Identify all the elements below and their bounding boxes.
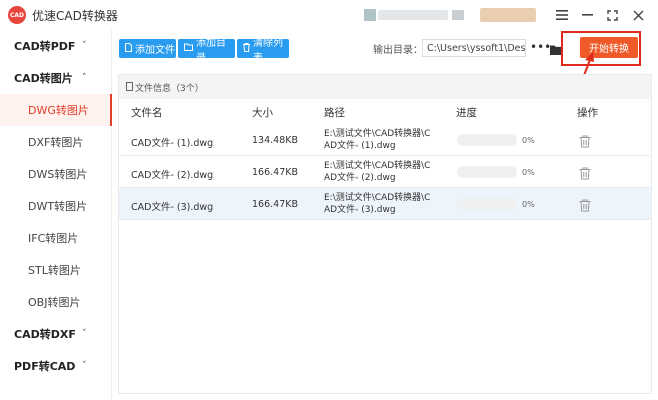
- file-path: E:\测试文件\CAD转换器\C AD文件- (2).dwg: [324, 160, 436, 184]
- file-size: 166.47KB: [252, 199, 298, 210]
- sidebar-group-label: CAD转图片: [14, 72, 73, 85]
- file-path-line: E:\测试文件\CAD转换器\C: [324, 129, 431, 139]
- add-folder-button[interactable]: 添加目录: [178, 38, 235, 64]
- file-size: 134.48KB: [252, 135, 298, 146]
- delete-icon[interactable]: [579, 165, 591, 180]
- file-path-line: AD文件- (3).dwg: [324, 205, 396, 215]
- sidebar-item-dxf-to-image[interactable]: DXF转图片: [0, 126, 112, 158]
- column-header-action: 操作: [577, 107, 598, 119]
- file-path: E:\测试文件\CAD转换器\C AD文件- (1).dwg: [324, 128, 436, 152]
- sidebar-item-ifc-to-image[interactable]: IFC转图片: [0, 222, 112, 254]
- add-folder-label: 添加目录: [196, 37, 226, 64]
- chevron-down-icon: ˅: [82, 41, 87, 51]
- sidebar-item-stl-to-image[interactable]: STL转图片: [0, 254, 112, 286]
- title-bar: CAD 优速CAD转换器: [0, 0, 658, 30]
- progress-percent: 0%: [522, 200, 535, 209]
- maximize-icon[interactable]: [603, 6, 621, 24]
- clear-list-label: 清除列表: [253, 37, 283, 64]
- sidebar-item-label: DWG转图片: [28, 104, 89, 117]
- menu-icon[interactable]: [553, 6, 571, 24]
- sidebar-group-cad-to-dxf[interactable]: CAD转DXF ˅: [0, 318, 112, 350]
- blurred-badge: [452, 10, 464, 20]
- sidebar-group-label: PDF转CAD: [14, 360, 76, 373]
- file-icon: [125, 42, 132, 55]
- column-header-progress: 进度: [456, 107, 477, 119]
- file-info-header: 文件信息（3个）: [119, 75, 651, 99]
- file-path-line: AD文件- (1).dwg: [324, 141, 396, 151]
- progress-percent: 0%: [522, 168, 535, 177]
- sidebar-item-dwg-to-image[interactable]: DWG转图片: [0, 94, 112, 126]
- document-icon: [126, 82, 133, 91]
- sidebar-group-pdf-to-cad[interactable]: PDF转CAD ˅: [0, 350, 112, 382]
- sidebar-item-obj-to-image[interactable]: OBJ转图片: [0, 286, 112, 318]
- more-options-button[interactable]: •••: [530, 40, 551, 54]
- file-path: E:\测试文件\CAD转换器\C AD文件- (3).dwg: [324, 192, 436, 216]
- blurred-avatar: [364, 9, 376, 21]
- sidebar-group-label: CAD转DXF: [14, 328, 76, 341]
- file-name: CAD文件- (1).dwg: [131, 138, 214, 149]
- trash-icon: [243, 42, 250, 55]
- output-dir-input[interactable]: C:\Users\yssoft1\Deskt: [422, 39, 526, 57]
- sidebar-item-label: DWS转图片: [28, 168, 88, 181]
- file-name: CAD文件- (3).dwg: [131, 202, 214, 213]
- blurred-user-info: [378, 10, 448, 20]
- chevron-up-icon: ˄: [82, 73, 87, 83]
- folder-icon: [184, 43, 193, 54]
- sidebar-group-cad-to-pdf[interactable]: CAD转PDF ˅: [0, 30, 112, 62]
- close-icon[interactable]: [629, 6, 647, 24]
- minimize-icon[interactable]: [578, 6, 596, 24]
- column-header-path: 路径: [324, 107, 345, 119]
- file-size: 166.47KB: [252, 167, 298, 178]
- sidebar-item-label: DWT转图片: [28, 200, 88, 213]
- chevron-down-icon: ˅: [82, 329, 87, 339]
- app-logo: CAD: [8, 6, 26, 24]
- add-file-label: 添加文件: [135, 45, 175, 56]
- app-title: 优速CAD转换器: [32, 9, 118, 23]
- progress-bar: [457, 134, 517, 146]
- chevron-down-icon: ˅: [82, 361, 87, 371]
- add-file-button[interactable]: 添加文件: [119, 39, 176, 58]
- file-path-line: AD文件- (2).dwg: [324, 173, 396, 183]
- file-info-label: 文件信息（3个）: [135, 83, 204, 94]
- sidebar-item-label: DXF转图片: [28, 136, 84, 149]
- start-convert-button[interactable]: 开始转换: [580, 37, 638, 58]
- clear-list-button[interactable]: 清除列表: [237, 38, 289, 64]
- sidebar-item-label: STL转图片: [28, 264, 81, 277]
- delete-icon[interactable]: [579, 133, 591, 148]
- progress-percent: 0%: [522, 136, 535, 145]
- blurred-vip-info: [480, 8, 536, 22]
- sidebar-item-dwt-to-image[interactable]: DWT转图片: [0, 190, 112, 222]
- column-header-size: 大小: [252, 107, 273, 119]
- sidebar-group-cad-to-image[interactable]: CAD转图片 ˄: [0, 62, 112, 94]
- sidebar-item-label: IFC转图片: [28, 232, 79, 245]
- sidebar-item-label: OBJ转图片: [28, 296, 81, 309]
- progress-bar: [457, 166, 517, 178]
- delete-icon[interactable]: [579, 197, 591, 212]
- column-header-name: 文件名: [131, 107, 163, 119]
- progress-bar: [457, 198, 517, 210]
- output-dir-label: 输出目录：: [373, 45, 423, 56]
- sidebar-group-label: CAD转PDF: [14, 40, 76, 53]
- file-path-line: E:\测试文件\CAD转换器\C: [324, 161, 431, 171]
- sidebar-item-dws-to-image[interactable]: DWS转图片: [0, 158, 112, 190]
- file-panel: 文件信息（3个）: [118, 74, 652, 394]
- file-path-line: E:\测试文件\CAD转换器\C: [324, 193, 431, 203]
- file-name: CAD文件- (2).dwg: [131, 170, 214, 181]
